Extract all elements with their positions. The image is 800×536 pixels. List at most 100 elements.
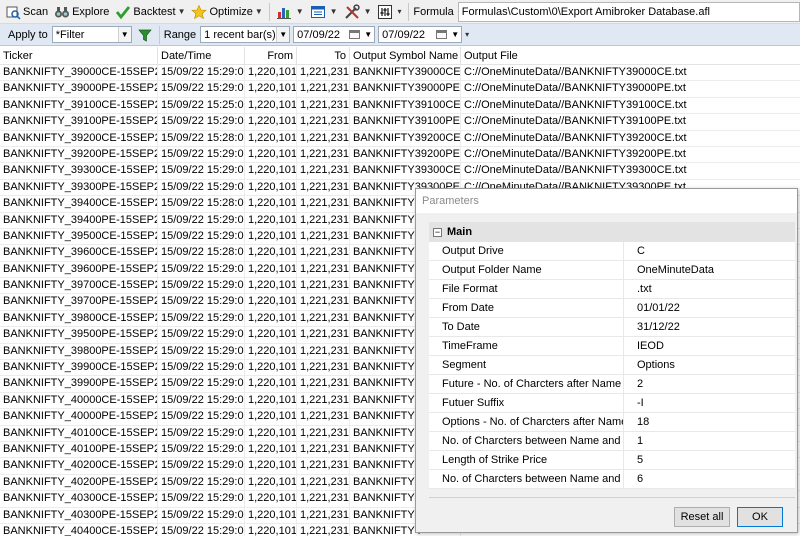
parameter-row[interactable]: To Date 31/12/22 (429, 318, 795, 337)
dialog-divider (429, 497, 795, 498)
parameter-row[interactable]: File Format .txt (429, 280, 795, 299)
parameter-row[interactable]: Segment Options (429, 356, 795, 375)
chevron-down-icon[interactable]: ▼ (117, 27, 131, 42)
chevron-down-icon[interactable]: ▼ (255, 7, 263, 16)
chevron-down-icon[interactable]: ▼ (276, 27, 290, 42)
range-select[interactable]: 1 recent bar(s) ▼ (200, 26, 291, 43)
optimize-button[interactable]: Optimize ▼ (188, 2, 265, 22)
cell-from: 1,220,101 (245, 474, 297, 492)
cell-ticker: BANKNIFTY_39000CE-15SEP2022 (0, 65, 158, 82)
column-header-datetime[interactable]: Date/Time (158, 47, 245, 64)
chevron-down-icon[interactable]: ▼ (364, 7, 372, 16)
cell-to: 1,221,231 (297, 81, 350, 98)
parameter-row[interactable]: TimeFrame IEOD (429, 337, 795, 356)
tools-button[interactable]: ▼ (341, 2, 375, 22)
parameter-row[interactable]: Future - No. of Charcters after Name 2 (429, 375, 795, 394)
cell-from: 1,220,101 (245, 130, 297, 147)
explore-button[interactable]: Explore (51, 2, 112, 22)
from-date-value: 07/09/22 (297, 28, 340, 41)
parameter-row[interactable]: From Date 01/01/22 (429, 299, 795, 318)
chevron-down-icon[interactable]: ▼ (178, 7, 186, 16)
parameter-row[interactable]: Futuer Suffix -I (429, 394, 795, 413)
parameter-value[interactable]: 18 (624, 413, 795, 431)
backtest-label: Backtest (133, 5, 176, 18)
cell-ticker: BANKNIFTY_39800CE-15SEP2022 (0, 310, 158, 328)
cell-to: 1,221,231 (297, 212, 350, 229)
parameter-name: No. of Charcters between Name and Strike (429, 432, 624, 450)
column-header-output-file[interactable]: Output File (461, 47, 800, 64)
parameter-value[interactable]: OneMinuteData (624, 261, 795, 279)
cell-datetime: 15/09/22 15:29:00 (158, 376, 245, 393)
parameters-button[interactable]: ▾ (374, 2, 404, 22)
formula-path-field[interactable]: Formulas\Custom\0\Export Amibroker Datab… (457, 1, 800, 22)
table-row[interactable]: BANKNIFTY_39200PE-15SEP202215/09/22 15:2… (0, 146, 800, 164)
column-header-ticker[interactable]: Ticker (0, 47, 158, 64)
column-header-output-symbol[interactable]: Output Symbol Name (350, 47, 461, 64)
parameter-value[interactable]: 01/01/22 (624, 299, 795, 317)
table-row[interactable]: BANKNIFTY_39000PE-15SEP202215/09/22 15:2… (0, 81, 800, 98)
parameter-value[interactable]: .txt (624, 280, 795, 298)
to-date-value: 07/09/22 (382, 28, 425, 41)
parameter-value[interactable]: 2 (624, 375, 795, 393)
column-header-to[interactable]: To (297, 47, 350, 64)
table-row[interactable]: BANKNIFTY_39100CE-15SEP202215/09/22 15:2… (0, 97, 800, 115)
cell-to: 1,221,231 (297, 376, 350, 393)
bar-chart-icon (276, 4, 292, 20)
apply-to-select[interactable]: *Filter ▼ (51, 26, 132, 43)
cell-from: 1,220,101 (245, 65, 297, 82)
cell-datetime: 15/09/22 15:29:00 (158, 441, 245, 459)
parameter-value[interactable]: Options (624, 356, 795, 374)
parameter-name: From Date (429, 299, 624, 317)
backtest-button[interactable]: Backtest ▼ (112, 2, 188, 22)
parameter-row[interactable]: No. of Charcters between Name and Strike… (429, 432, 795, 451)
parameter-row[interactable]: Output Drive C (429, 242, 795, 261)
parameter-value[interactable]: 5 (624, 451, 795, 469)
cell-to: 1,221,231 (297, 146, 350, 164)
cell-ticker: BANKNIFTY_40400CE-15SEP2022 (0, 523, 158, 536)
collapse-icon[interactable]: − (433, 227, 442, 237)
from-date-picker[interactable]: 07/09/22 ▼ (293, 26, 376, 43)
parameter-group-main[interactable]: − Main (429, 222, 795, 242)
cell-from: 1,220,101 (245, 327, 297, 344)
table-row[interactable]: BANKNIFTY_39100PE-15SEP202215/09/22 15:2… (0, 114, 800, 131)
chevron-down-icon[interactable]: ▼ (296, 7, 304, 16)
parameter-name: Output Folder Name (429, 261, 624, 279)
chevron-down-icon[interactable]: ▾ (397, 7, 401, 16)
table-row[interactable]: BANKNIFTY_39200CE-15SEP202215/09/22 15:2… (0, 130, 800, 147)
ok-button[interactable]: OK (737, 507, 783, 527)
parameter-row[interactable]: Length of Strike Price 5 (429, 451, 795, 470)
layout-button[interactable]: ▼ (307, 2, 341, 22)
cell-to: 1,221,231 (297, 474, 350, 492)
chevron-down-icon[interactable]: ▼ (364, 27, 372, 42)
parameter-name: TimeFrame (429, 337, 624, 355)
cell-from: 1,220,101 (245, 294, 297, 311)
parameter-value[interactable]: 1 (624, 432, 795, 450)
parameter-row[interactable]: Options - No. of Charcters after Name 18 (429, 413, 795, 432)
parameter-value[interactable]: C (624, 242, 795, 260)
cell-datetime: 15/09/22 15:25:00 (158, 97, 245, 115)
column-header-from[interactable]: From (245, 47, 297, 64)
filter-button[interactable] (134, 25, 156, 45)
cell-datetime: 15/09/22 15:28:00 (158, 130, 245, 147)
parameter-row[interactable]: Output Folder Name OneMinuteData (429, 261, 795, 280)
parameter-value[interactable]: 31/12/22 (624, 318, 795, 336)
chevron-down-icon[interactable]: ▼ (330, 7, 338, 16)
parameter-row[interactable]: No. of Charcters between Name and CE/PE6 (429, 470, 795, 489)
overflow-chevron-icon[interactable]: ▾ (465, 30, 469, 39)
chevron-down-icon[interactable]: ▼ (451, 27, 459, 42)
cell-output-symbol: BANKNIFTY39200PE (350, 146, 461, 164)
to-date-picker[interactable]: 07/09/22 ▼ (378, 26, 463, 43)
parameter-value[interactable]: 6 (624, 470, 795, 488)
dialog-title[interactable]: Parameters (416, 189, 797, 213)
table-row[interactable]: BANKNIFTY_39000CE-15SEP202215/09/22 15:2… (0, 65, 800, 82)
cell-datetime: 15/09/22 15:29:00 (158, 523, 245, 536)
table-row[interactable]: BANKNIFTY_39300CE-15SEP202215/09/22 15:2… (0, 163, 800, 180)
parameter-value[interactable]: -I (624, 394, 795, 412)
reset-all-button[interactable]: Reset all (674, 507, 730, 527)
parameter-value[interactable]: IEOD (624, 337, 795, 355)
report-button[interactable]: ▼ (273, 2, 307, 22)
parameter-name: Future - No. of Charcters after Name (429, 375, 624, 393)
cell-ticker: BANKNIFTY_40100PE-15SEP2022 (0, 441, 158, 459)
scan-button[interactable]: Scan (2, 2, 51, 22)
star-icon (191, 4, 208, 20)
